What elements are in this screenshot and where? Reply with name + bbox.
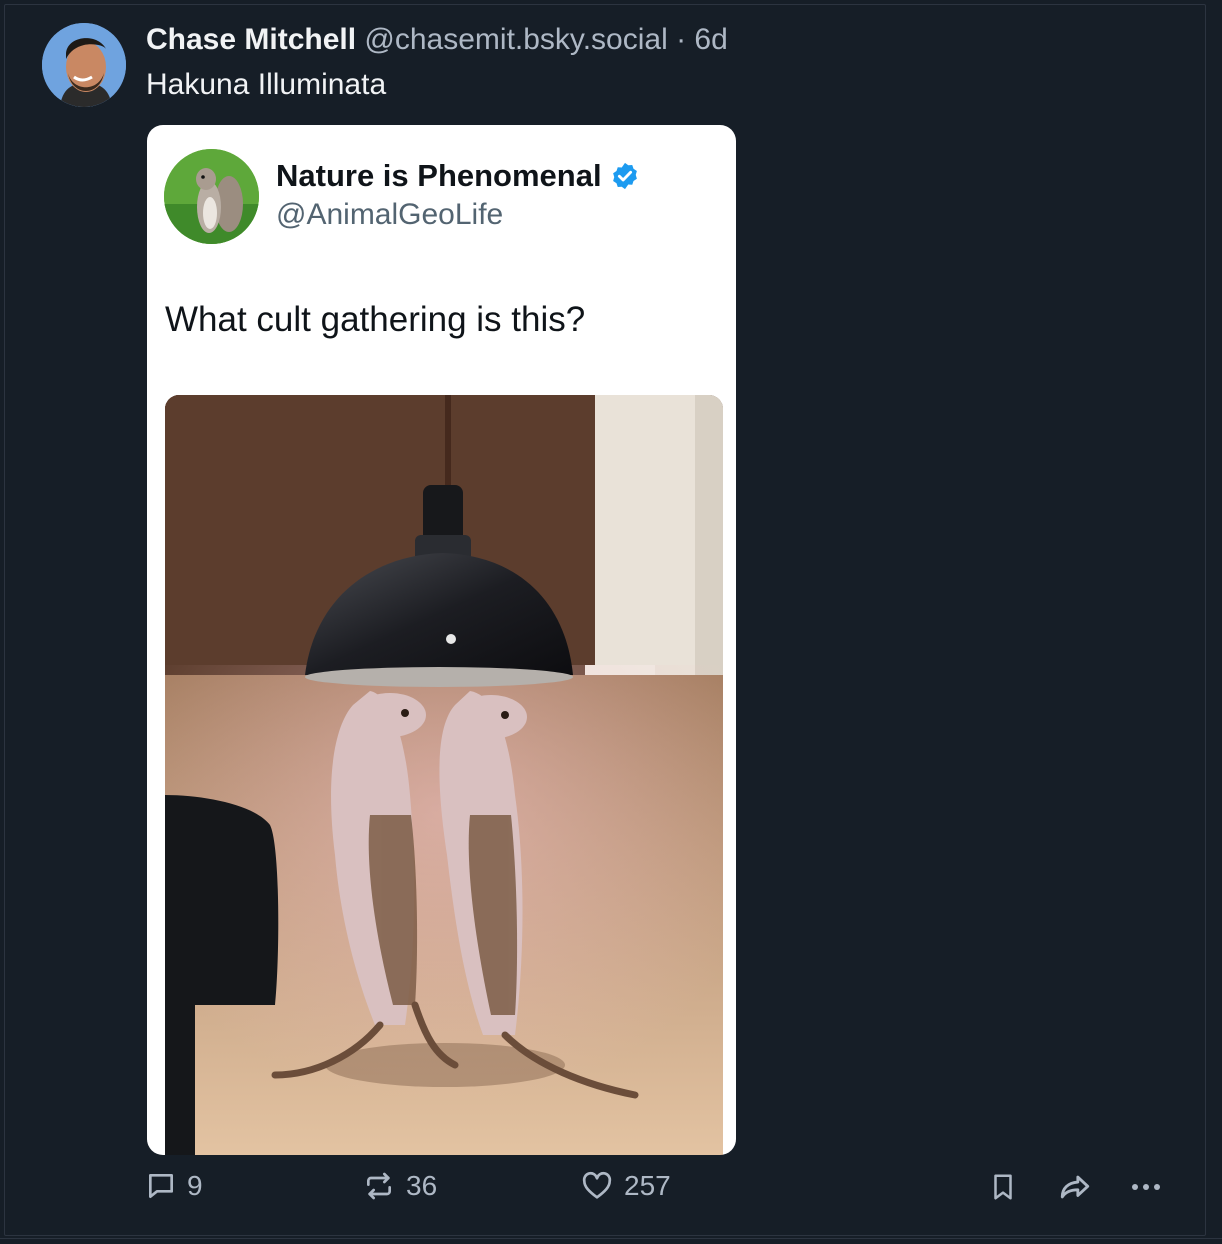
post-actions: 9 36 257 xyxy=(0,1170,1222,1220)
divider xyxy=(0,1238,1222,1239)
meerkats-photo xyxy=(165,395,723,1155)
author-avatar[interactable] xyxy=(42,23,126,107)
heart-icon xyxy=(582,1171,612,1199)
reply-button[interactable]: 9 xyxy=(145,1170,203,1202)
bookmark-button[interactable] xyxy=(988,1170,1018,1204)
quoted-avatar xyxy=(164,149,259,244)
repost-icon xyxy=(367,1172,391,1200)
quoted-name-row: Nature is Phenomenal xyxy=(276,158,640,194)
reply-icon xyxy=(149,1174,173,1198)
quoted-name: Nature is Phenomenal xyxy=(276,158,602,193)
post-header: Chase Mitchell @chasemit.bsky.social · 6… xyxy=(146,22,728,58)
bookmark-icon xyxy=(994,1174,1012,1200)
quoted-tweet-image[interactable]: Nature is Phenomenal @AnimalGeoLife What… xyxy=(147,125,736,1155)
quoted-text: What cult gathering is this? xyxy=(165,300,586,339)
quoted-handle: @AnimalGeoLife xyxy=(276,198,504,231)
reply-count: 9 xyxy=(187,1170,203,1201)
separator-dot: · xyxy=(676,23,687,56)
ellipsis-icon xyxy=(1132,1184,1160,1190)
share-button[interactable] xyxy=(1056,1170,1094,1204)
like-count: 257 xyxy=(624,1170,671,1201)
like-button[interactable]: 257 xyxy=(580,1170,671,1202)
post-text: Hakuna Illuminata xyxy=(146,68,387,101)
repost-button[interactable]: 36 xyxy=(362,1170,437,1202)
verified-badge-icon xyxy=(612,162,637,190)
author-name[interactable]: Chase Mitchell xyxy=(146,23,356,56)
share-icon xyxy=(1060,1175,1090,1199)
repost-count: 36 xyxy=(406,1170,438,1201)
author-handle[interactable]: @chasemit.bsky.social xyxy=(364,23,667,56)
more-options-button[interactable] xyxy=(1128,1170,1164,1204)
post-timestamp[interactable]: 6d xyxy=(694,23,727,56)
